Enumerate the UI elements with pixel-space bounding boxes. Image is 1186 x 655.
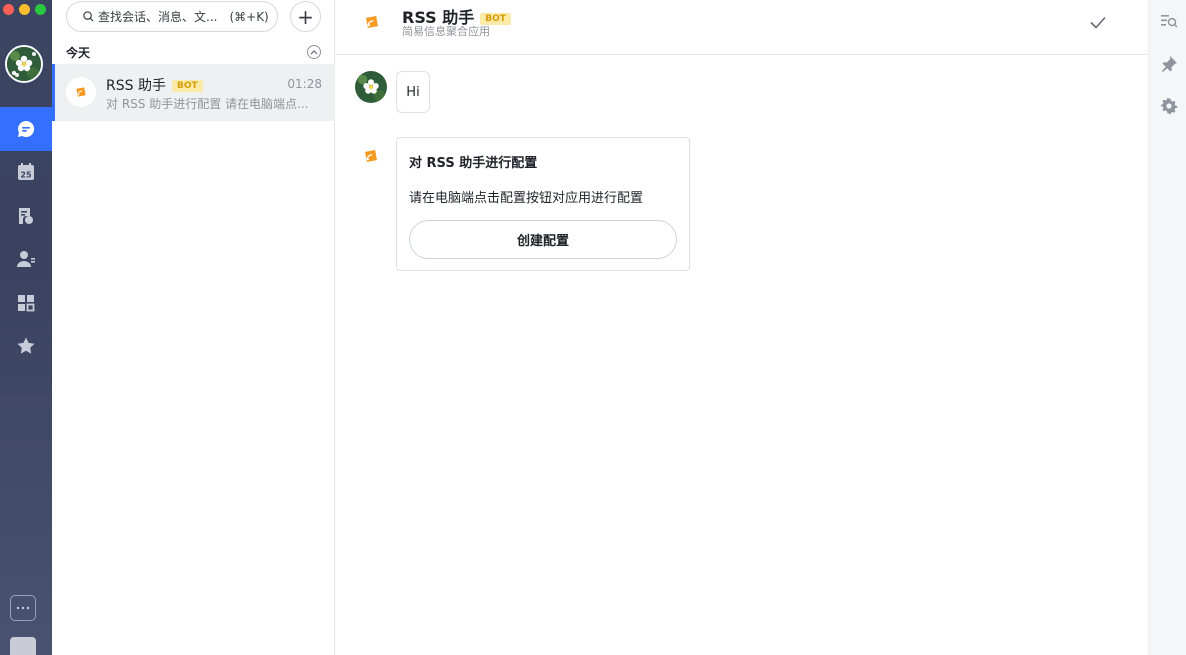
nav-favorites[interactable]: [0, 324, 52, 368]
nav-calendar[interactable]: 25: [0, 150, 52, 194]
nav-workplace[interactable]: [0, 281, 52, 325]
nav-docs[interactable]: [0, 194, 52, 238]
check-icon: [1090, 16, 1106, 29]
search-list-icon: [1161, 15, 1178, 28]
sender-avatar[interactable]: [355, 71, 387, 103]
message-text: Hi: [406, 84, 420, 100]
chat-icon: [18, 120, 35, 137]
rss-icon: [76, 87, 86, 97]
search-shortcut: (⌘+K): [229, 9, 269, 24]
config-card: 对 RSS 助手进行配置 请在电脑端点击配置按钮对应用进行配置 创建配置: [396, 137, 690, 271]
plus-icon: +: [297, 4, 314, 29]
chevron-up-icon: [310, 50, 318, 55]
message-bubble[interactable]: Hi: [396, 71, 430, 113]
rss-icon: [366, 16, 378, 28]
user-avatar[interactable]: [5, 45, 43, 83]
nav-chat[interactable]: [0, 107, 52, 151]
docs-icon: [19, 208, 33, 224]
nav-contacts[interactable]: [0, 237, 52, 281]
search-icon: [83, 11, 94, 22]
pin-button[interactable]: [1159, 54, 1179, 74]
minimize-window-button[interactable]: [19, 4, 30, 15]
pin-icon: [1162, 56, 1177, 72]
chat-header: RSS 助手 BOT 简易信息聚合应用: [336, 0, 1147, 55]
contacts-icon: [17, 251, 35, 267]
search-placeholder: 查找会话、消息、文...: [98, 10, 218, 24]
search-history-button[interactable]: [1159, 11, 1179, 31]
app-window: 25 查找会话、消息、文... (⌘+K) + 今天 RSS 助手 BOT 01…: [0, 0, 1186, 655]
header-bot-avatar[interactable]: [356, 6, 388, 38]
gear-icon: [1160, 97, 1178, 115]
conversation-preview: 对 RSS 助手进行配置 请在电脑端点...: [106, 97, 309, 111]
right-toolbar: [1148, 0, 1186, 655]
zoom-window-button[interactable]: [35, 4, 46, 15]
rss-bot-avatar: [66, 77, 96, 107]
section-title-today: 今天: [66, 46, 91, 60]
settings-avatar[interactable]: [10, 637, 36, 655]
more-apps-button[interactable]: [10, 595, 36, 621]
bot-badge: BOT: [171, 80, 203, 92]
workplace-icon: [18, 295, 35, 312]
card-title: 对 RSS 助手进行配置: [409, 156, 538, 171]
favorites-icon: [17, 337, 35, 354]
search-input[interactable]: 查找会话、消息、文... (⌘+K): [66, 1, 278, 32]
close-window-button[interactable]: [3, 4, 14, 15]
add-button[interactable]: +: [290, 1, 321, 32]
conversation-time: 01:28: [287, 77, 322, 91]
collapse-section-button[interactable]: [307, 45, 321, 59]
card-body: 请在电脑端点击配置按钮对应用进行配置: [409, 191, 644, 206]
chat-subtitle: 简易信息聚合应用: [402, 25, 490, 38]
window-controls: [3, 4, 46, 15]
more-icon: [16, 606, 30, 610]
calendar-day-label: 25: [20, 171, 32, 180]
settings-button[interactable]: [1159, 96, 1179, 116]
create-config-button[interactable]: 创建配置: [409, 220, 677, 259]
conversation-title: RSS 助手: [106, 78, 166, 94]
conversation-list-panel: 查找会话、消息、文... (⌘+K) + 今天 RSS 助手 BOT 01:28…: [52, 0, 335, 655]
bot-avatar[interactable]: [355, 140, 387, 172]
conversation-name: RSS 助手 BOT: [106, 75, 203, 95]
conversation-item-rss[interactable]: RSS 助手 BOT 01:28 对 RSS 助手进行配置 请在电脑端点...: [52, 64, 335, 121]
nav-rail: 25: [0, 0, 52, 655]
done-button[interactable]: [1088, 12, 1108, 36]
rss-icon: [365, 150, 377, 162]
calendar-icon: 25: [18, 163, 34, 180]
chat-panel: RSS 助手 BOT 简易信息聚合应用 Hi 对 RSS 助手进行配置 请在电脑…: [336, 0, 1147, 655]
